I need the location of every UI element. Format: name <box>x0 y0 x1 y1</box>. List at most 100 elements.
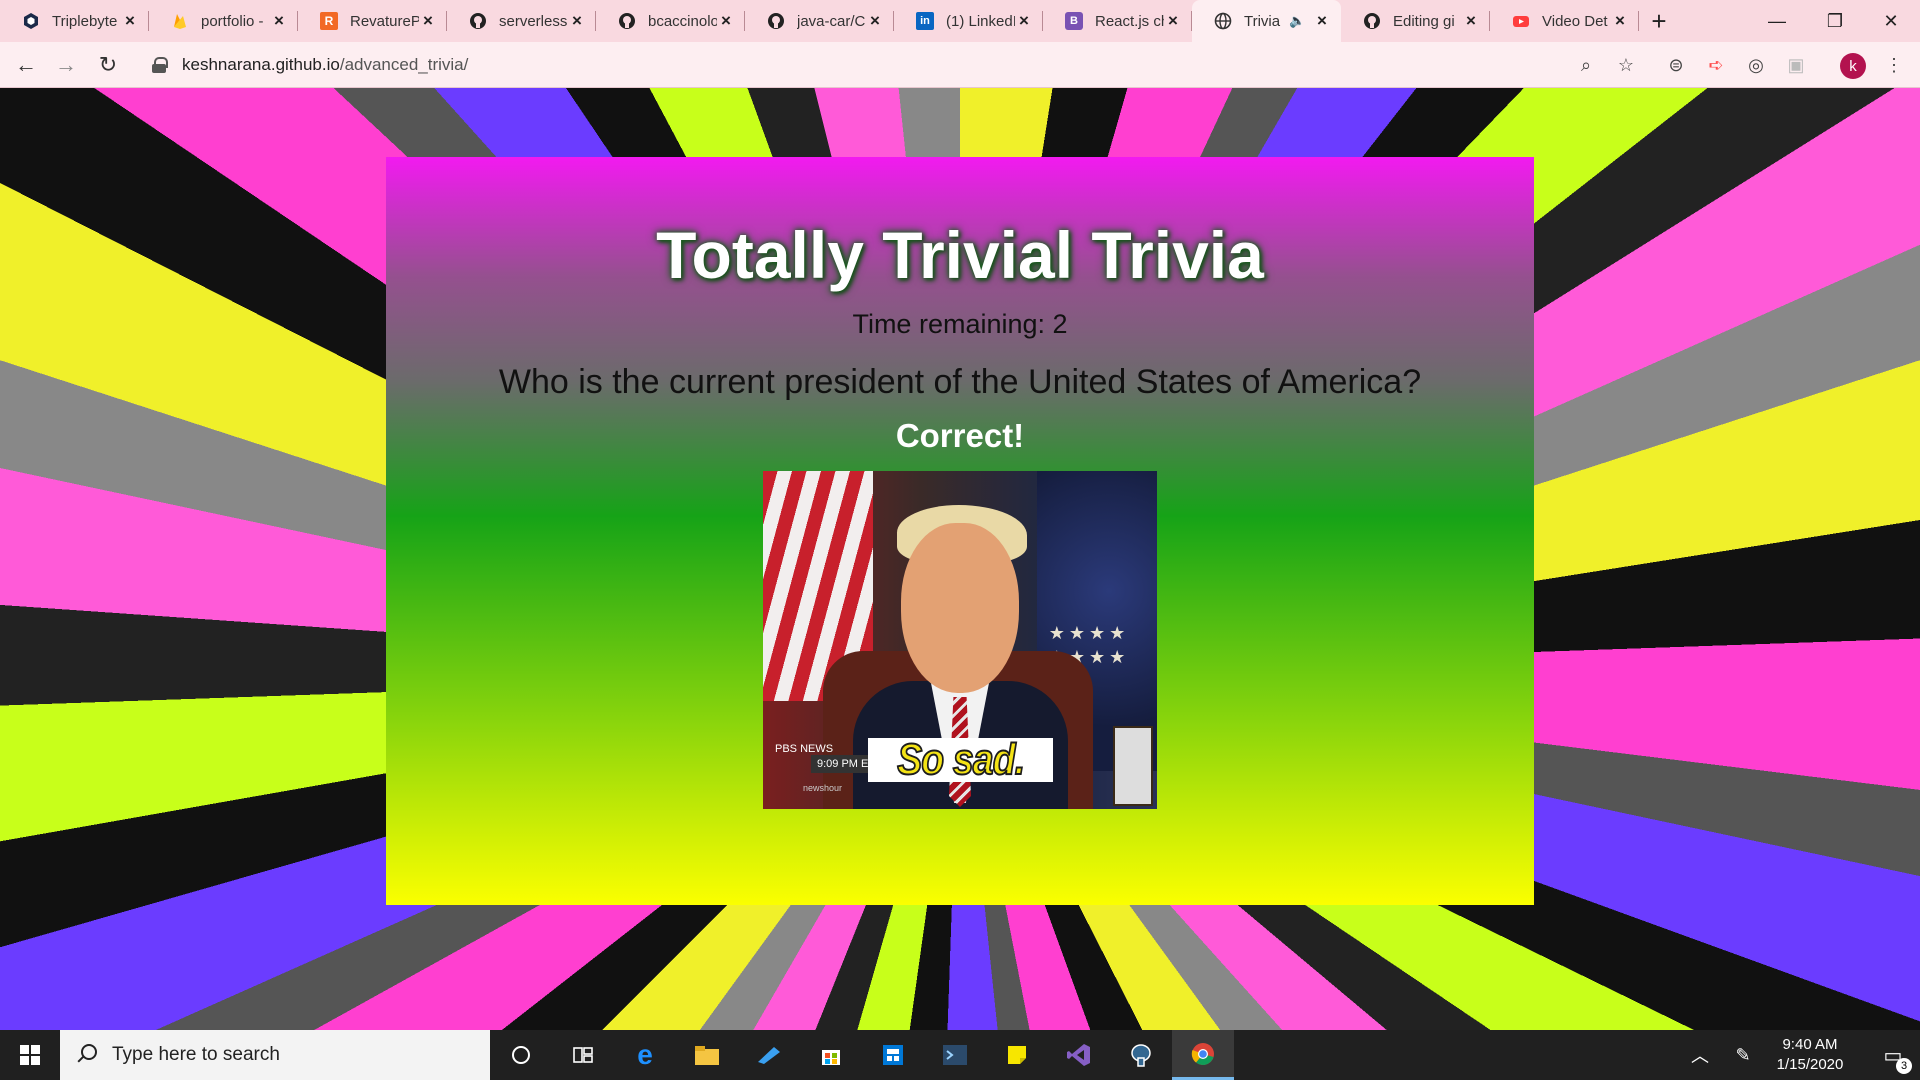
restore-button[interactable]: ❐ <box>1806 0 1864 42</box>
close-icon[interactable]: × <box>1611 11 1629 31</box>
tab-serverless[interactable]: serverless × <box>447 0 596 42</box>
cortana-icon[interactable] <box>490 1030 552 1080</box>
tab-linkedin[interactable]: in (1) LinkedI × <box>894 0 1043 42</box>
tab-triplebyte[interactable]: Triplebyte × <box>0 0 149 42</box>
trivia-card: Totally Trivial Trivia Time remaining: 2… <box>386 157 1534 905</box>
forward-button[interactable]: → <box>50 49 82 81</box>
search-placeholder: Type here to search <box>112 1044 280 1065</box>
action-center-button[interactable]: ▭ 3 <box>1866 1030 1920 1080</box>
bookmark-star-icon[interactable]: ☆ <box>1614 53 1638 77</box>
tab-java-car[interactable]: java-car/C × <box>745 0 894 42</box>
start-button[interactable] <box>0 1030 60 1080</box>
result-text: Correct! <box>895 417 1025 454</box>
github-icon <box>618 12 636 30</box>
gif-handle: newshour <box>803 783 843 793</box>
tab-revature[interactable]: R RevatureP × <box>298 0 447 42</box>
bootstrap-icon: B <box>1065 12 1083 30</box>
taskbar-clock[interactable]: 9:40 AM 1/15/2020 <box>1760 1035 1860 1075</box>
github-icon <box>1363 12 1381 30</box>
reaction-gif: ★★★★ ★★★★ PBS NEWS 9:09 PM ET So sad. ne… <box>763 471 1157 809</box>
close-icon[interactable]: × <box>419 11 437 31</box>
gif-caption: So sad. <box>868 734 1053 785</box>
new-tab-button[interactable]: + <box>1639 0 1679 42</box>
globe-icon <box>1214 12 1232 30</box>
tab-title: RevatureP <box>350 12 419 30</box>
edge-icon[interactable]: e <box>614 1030 676 1080</box>
framed-photo <box>1113 726 1153 806</box>
tab-title: serverless <box>499 12 568 30</box>
face <box>901 523 1019 693</box>
terminal-icon[interactable] <box>924 1030 986 1080</box>
pen-workspace-icon[interactable]: ✎ <box>1726 1030 1760 1080</box>
extension-icon[interactable]: ◎ <box>1744 53 1768 77</box>
close-icon[interactable]: × <box>270 11 288 31</box>
close-icon[interactable]: × <box>1462 11 1480 31</box>
tab-portfolio[interactable]: portfolio - × <box>149 0 298 42</box>
tab-strip: Triplebyte × portfolio - × R RevatureP ×… <box>0 0 1920 42</box>
address-bar[interactable]: keshnarana.github.io/advanced_trivia/ <box>138 48 1636 82</box>
clock-time: 9:40 AM <box>1782 1036 1838 1053</box>
clock-date: 1/15/2020 <box>1776 1056 1844 1073</box>
reload-button[interactable]: ↻ <box>92 49 124 81</box>
calculator-icon[interactable] <box>862 1030 924 1080</box>
close-icon[interactable]: × <box>1164 11 1182 31</box>
zoom-icon[interactable]: ⌕ <box>1574 53 1598 77</box>
close-icon[interactable]: × <box>866 11 884 31</box>
close-window-button[interactable]: ✕ <box>1862 0 1920 42</box>
tab-editing-gist[interactable]: Editing gi × <box>1341 0 1490 42</box>
taskbar: Type here to search e ︿ ✎ 9:40 AM 1/15/2… <box>0 1030 1920 1080</box>
youtube-studio-icon <box>1512 12 1530 30</box>
menu-kebab-icon[interactable]: ⋮ <box>1882 53 1906 77</box>
visual-studio-icon[interactable] <box>1048 1030 1110 1080</box>
close-icon[interactable]: × <box>717 11 735 31</box>
close-icon[interactable]: × <box>1015 11 1033 31</box>
lock-icon[interactable] <box>152 57 168 73</box>
show-hidden-icons-button[interactable]: ︿ <box>1680 1030 1720 1080</box>
profile-avatar[interactable]: k <box>1840 53 1866 79</box>
azure-data-studio-icon[interactable] <box>738 1030 800 1080</box>
notification-count: 3 <box>1896 1058 1912 1074</box>
tab-title: Video Det <box>1542 12 1608 30</box>
tab-video-details[interactable]: Video Det × <box>1490 0 1639 42</box>
tab-title: React.js ch <box>1095 12 1164 30</box>
tab-trivia[interactable]: Trivia 🔈 × <box>1192 0 1341 42</box>
extension-icon[interactable]: ⊜ <box>1664 53 1688 77</box>
github-icon <box>469 12 487 30</box>
linkedin-icon: in <box>916 12 934 30</box>
extension-icon[interactable]: ▣ <box>1784 53 1808 77</box>
speaker-icon[interactable]: 🔈 <box>1289 13 1307 29</box>
tab-title: bcaccinolo <box>648 12 717 30</box>
triplebyte-icon <box>22 12 40 30</box>
file-explorer-icon[interactable] <box>676 1030 738 1080</box>
close-icon[interactable]: × <box>1313 11 1331 31</box>
minimize-button[interactable]: — <box>1748 0 1806 42</box>
question-text: Who is the current president of the Unit… <box>498 363 1422 401</box>
screencast-extension-icon[interactable]: ➪ <box>1704 53 1728 77</box>
chrome-icon[interactable] <box>1172 1030 1234 1080</box>
task-view-icon[interactable] <box>552 1030 614 1080</box>
page-viewport: Totally Trivial Trivia Time remaining: 2… <box>0 88 1920 1030</box>
revature-icon: R <box>320 12 338 30</box>
tab-title: java-car/C <box>797 12 866 30</box>
taskbar-search[interactable]: Type here to search <box>60 1030 490 1080</box>
tab-title: Trivia <box>1244 12 1281 30</box>
url-text: keshnarana.github.io/advanced_trivia/ <box>182 55 469 74</box>
search-icon <box>76 1044 98 1066</box>
tab-title: portfolio - <box>201 12 264 30</box>
tab-title: Editing gi <box>1393 12 1455 30</box>
timer-text: Time remaining: 2 <box>852 309 1068 339</box>
postgres-icon[interactable] <box>1110 1030 1172 1080</box>
back-button[interactable]: ← <box>10 49 42 81</box>
page-title: Totally Trivial Trivia <box>656 218 1264 292</box>
network-logo: PBS NEWS <box>775 743 834 755</box>
close-icon[interactable]: × <box>568 11 586 31</box>
github-icon <box>767 12 785 30</box>
windows-icon <box>20 1045 40 1065</box>
browser-toolbar: ← → ↻ keshnarana.github.io/advanced_triv… <box>0 42 1920 88</box>
tab-react-bootstrap[interactable]: B React.js ch × <box>1043 0 1192 42</box>
store-icon[interactable] <box>800 1030 862 1080</box>
sticky-notes-icon[interactable] <box>986 1030 1048 1080</box>
firebase-icon <box>171 12 189 30</box>
tab-bcaccinolo[interactable]: bcaccinolo × <box>596 0 745 42</box>
close-icon[interactable]: × <box>121 11 139 31</box>
